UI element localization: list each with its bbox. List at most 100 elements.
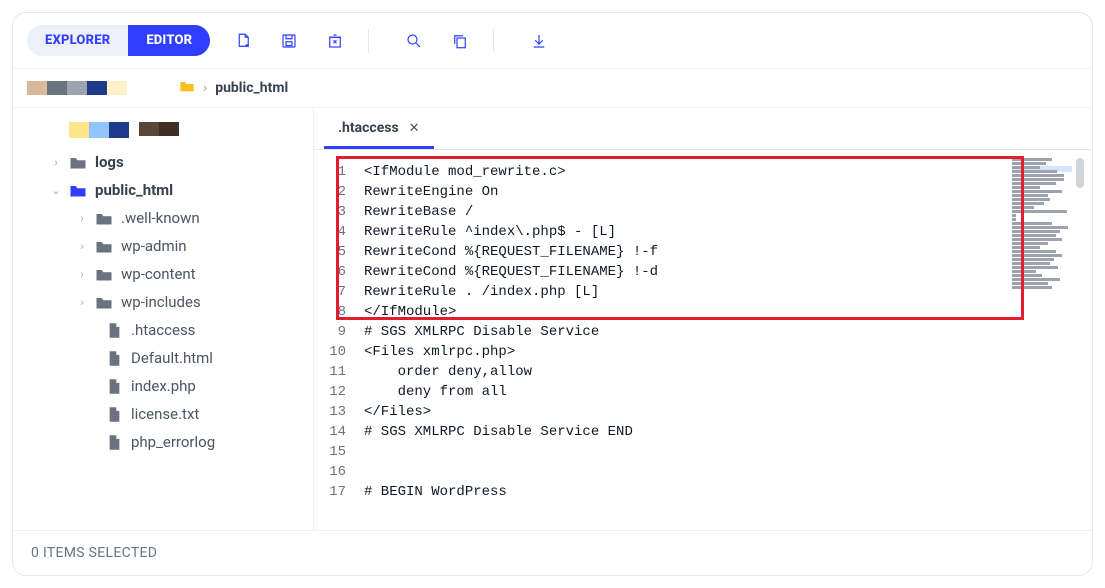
file-item-default-html[interactable]: Default.html	[21, 344, 309, 372]
code-content[interactable]: # BEGIN WordPress	[364, 482, 507, 502]
line-number: 2	[314, 182, 364, 202]
code-line[interactable]: 3RewriteBase /	[314, 202, 1092, 222]
folder-item-wp-includes[interactable]: ›wp-includes	[21, 288, 309, 316]
code-line[interactable]: 9# SGS XMLRPC Disable Service	[314, 322, 1092, 342]
code-line[interactable]: 8</IfModule>	[314, 302, 1092, 322]
code-content[interactable]: RewriteBase /	[364, 202, 473, 222]
tree-item-label: wp-includes	[121, 293, 201, 311]
line-number: 17	[314, 482, 364, 502]
folder-icon	[95, 238, 113, 254]
tree-item-label: .htaccess	[131, 321, 195, 339]
file-tree-sidebar: › logs ⌄public_html › .well-known › wp-admin ›w…	[13, 108, 313, 530]
chevron-icon: ›	[77, 240, 87, 253]
code-editor: .htaccess ✕ 1<IfModule mod_rewrite.c>2Re…	[313, 108, 1092, 530]
code-line[interactable]: 5RewriteCond %{REQUEST_FILENAME} !-f	[314, 242, 1092, 262]
code-content[interactable]: RewriteCond %{REQUEST_FILENAME} !-f	[364, 242, 658, 262]
folder-item--well-known[interactable]: › .well-known	[21, 204, 309, 232]
breadcrumb-segment[interactable]: public_html	[215, 80, 288, 96]
chevron-right-icon: ›	[203, 80, 207, 96]
line-number: 6	[314, 262, 364, 282]
save-icon[interactable]	[276, 28, 302, 54]
minimap[interactable]	[1012, 158, 1084, 308]
folder-icon	[69, 154, 87, 170]
editor-tabs: .htaccess ✕	[314, 108, 1092, 150]
discard-icon[interactable]	[322, 28, 348, 54]
tree-item-label: Default.html	[131, 349, 213, 367]
code-line[interactable]: 16	[314, 462, 1092, 482]
code-line[interactable]: 2RewriteEngine On	[314, 182, 1092, 202]
code-line[interactable]: 7RewriteRule . /index.php [L]	[314, 282, 1092, 302]
line-number: 12	[314, 382, 364, 402]
explorer-tab-button[interactable]: EXPLORER	[27, 25, 128, 56]
tree-item-label: logs	[95, 153, 124, 171]
chevron-icon: ⌄	[51, 184, 61, 197]
minimap-scrollbar-thumb[interactable]	[1076, 158, 1084, 188]
line-number: 11	[314, 362, 364, 382]
code-content[interactable]: <Files xmlrpc.php>	[364, 342, 515, 362]
file-icon	[105, 406, 123, 422]
line-number: 15	[314, 442, 364, 462]
content-area: › logs ⌄public_html › .well-known › wp-admin ›w…	[13, 108, 1092, 530]
folder-item-public-html[interactable]: ⌄public_html	[21, 176, 309, 204]
tree-item-label: wp-content	[121, 265, 196, 283]
home-folder-icon[interactable]	[179, 79, 195, 97]
code-content[interactable]: deny from all	[364, 382, 507, 402]
code-content[interactable]: order deny,allow	[364, 362, 532, 382]
chevron-icon: ›	[51, 156, 61, 169]
tree-item-label: .well-known	[121, 209, 200, 227]
code-line[interactable]: 13</Files>	[314, 402, 1092, 422]
file-icon	[105, 434, 123, 450]
code-content[interactable]: </IfModule>	[364, 302, 456, 322]
toolbar-divider	[368, 29, 369, 53]
file-icon	[105, 322, 123, 338]
selection-count-label: 0 ITEMS SELECTED	[31, 545, 157, 561]
code-line[interactable]: 17# BEGIN WordPress	[314, 482, 1092, 502]
code-content[interactable]: RewriteRule . /index.php [L]	[364, 282, 599, 302]
code-line[interactable]: 12 deny from all	[314, 382, 1092, 402]
line-number: 13	[314, 402, 364, 422]
tree-item-label: php_errorlog	[131, 433, 215, 451]
code-line[interactable]: 15	[314, 442, 1092, 462]
code-content[interactable]: RewriteRule ^index\.php$ - [L]	[364, 222, 616, 242]
new-file-icon[interactable]	[230, 28, 256, 54]
code-line[interactable]: 4RewriteRule ^index\.php$ - [L]	[314, 222, 1092, 242]
editor-tab-htaccess[interactable]: .htaccess ✕	[324, 108, 434, 149]
code-line[interactable]: 14# SGS XMLRPC Disable Service END	[314, 422, 1092, 442]
folder-item-wp-admin[interactable]: › wp-admin	[21, 232, 309, 260]
toolbar-divider	[493, 29, 494, 53]
line-number: 5	[314, 242, 364, 262]
code-line[interactable]: 6RewriteCond %{REQUEST_FILENAME} !-d	[314, 262, 1092, 282]
close-tab-icon[interactable]: ✕	[409, 121, 420, 136]
file-item--htaccess[interactable]: .htaccess	[21, 316, 309, 344]
view-segment: EXPLORER EDITOR	[27, 25, 210, 56]
file-item-php-errorlog[interactable]: php_errorlog	[21, 428, 309, 456]
chevron-icon: ›	[77, 212, 87, 225]
code-content[interactable]: # SGS XMLRPC Disable Service	[364, 322, 599, 342]
code-area[interactable]: 1<IfModule mod_rewrite.c>2RewriteEngine …	[314, 150, 1092, 530]
folder-item-logs[interactable]: › logs	[21, 148, 309, 176]
file-item-license-txt[interactable]: license.txt	[21, 400, 309, 428]
code-content[interactable]: # SGS XMLRPC Disable Service END	[364, 422, 633, 442]
search-icon[interactable]	[401, 28, 427, 54]
sidebar-swatches	[21, 116, 309, 148]
folder-item-wp-content[interactable]: ›wp-content	[21, 260, 309, 288]
code-content[interactable]: RewriteEngine On	[364, 182, 498, 202]
code-line[interactable]: 10<Files xmlrpc.php>	[314, 342, 1092, 362]
code-line[interactable]: 11 order deny,allow	[314, 362, 1092, 382]
code-line[interactable]: 1<IfModule mod_rewrite.c>	[314, 162, 1092, 182]
tree-item-label: license.txt	[131, 405, 199, 423]
tree-item-label: wp-admin	[121, 237, 187, 255]
code-content[interactable]: </Files>	[364, 402, 431, 422]
toolbar: EXPLORER EDITOR	[13, 13, 1092, 68]
breadcrumb: › public_html	[13, 68, 1092, 108]
tree-item-label: index.php	[131, 377, 196, 395]
line-number: 14	[314, 422, 364, 442]
copy-icon[interactable]	[447, 28, 473, 54]
file-item-index-php[interactable]: index.php	[21, 372, 309, 400]
editor-tab-button[interactable]: EDITOR	[128, 25, 210, 56]
code-content[interactable]: <IfModule mod_rewrite.c>	[364, 162, 566, 182]
line-number: 7	[314, 282, 364, 302]
file-manager-panel: EXPLORER EDITOR › public_html ›logs⌄publ…	[12, 12, 1093, 576]
code-content[interactable]: RewriteCond %{REQUEST_FILENAME} !-d	[364, 262, 658, 282]
download-icon[interactable]	[526, 28, 552, 54]
